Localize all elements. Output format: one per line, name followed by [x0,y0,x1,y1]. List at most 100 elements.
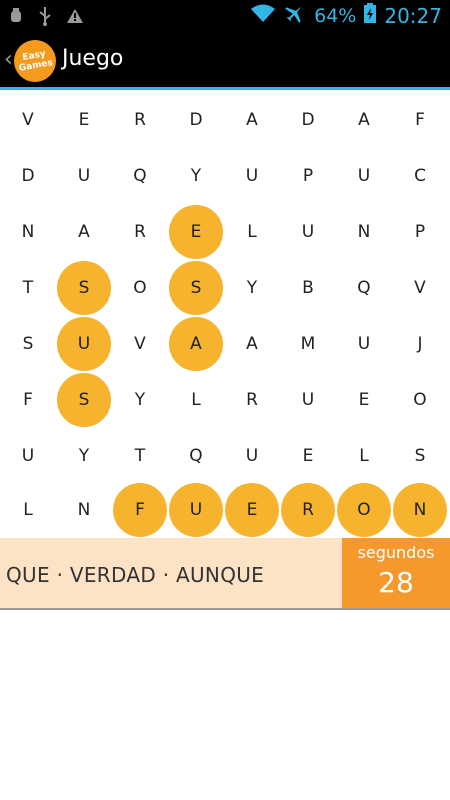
grid-cell[interactable]: E [224,482,280,538]
grid-cell[interactable]: O [336,482,392,538]
grid-cell[interactable]: O [392,372,448,428]
grid-cell[interactable]: Q [112,148,168,204]
grid-cell[interactable]: U [56,316,112,372]
grid-cell[interactable]: F [0,372,56,428]
grid-cell[interactable]: V [112,316,168,372]
grid-cell[interactable]: U [0,428,56,484]
grid-cell[interactable]: N [336,204,392,260]
grid-letter: Q [189,446,203,466]
grid-letter: E [302,446,314,466]
grid-cell[interactable]: Q [336,260,392,316]
grid-letter: O [357,500,371,520]
grid-cell[interactable]: E [168,204,224,260]
grid-cell[interactable]: O [112,260,168,316]
grid-cell[interactable]: D [168,92,224,148]
airplane-icon [284,3,306,28]
grid-letter: R [302,500,314,520]
grid-letter: U [357,166,371,186]
grid-cell[interactable]: S [168,260,224,316]
grid-cell[interactable]: C [392,148,448,204]
grid-cell[interactable]: E [336,372,392,428]
grid-cell[interactable]: A [336,92,392,148]
grid-cell[interactable]: U [336,148,392,204]
grid-cell[interactable]: Y [168,148,224,204]
clock: 20:27 [384,3,442,28]
grid-cell[interactable]: R [224,372,280,428]
grid-letter: F [415,110,425,130]
grid-letter: U [189,500,203,520]
app-logo[interactable]: Easy Games [10,36,60,86]
grid-letter: L [191,390,201,410]
grid-letter: N [357,222,371,242]
grid-cell[interactable]: J [392,316,448,372]
grid-cell[interactable]: E [56,92,112,148]
grid-cell[interactable]: L [0,482,56,538]
grid-cell[interactable]: V [0,92,56,148]
grid-cell[interactable]: F [112,482,168,538]
grid-cell[interactable]: P [392,204,448,260]
grid-letter: A [246,334,258,354]
grid-cell[interactable]: R [112,92,168,148]
usb-icon [38,6,52,30]
grid-cell[interactable]: Y [112,372,168,428]
action-bar: ‹ Easy Games Juego [0,32,450,90]
grid-cell[interactable]: S [0,316,56,372]
grid-letter: S [78,278,90,298]
grid-letter: U [245,166,259,186]
battery-percent: 64% [314,4,357,27]
grid-cell[interactable]: B [280,260,336,316]
grid-cell[interactable]: T [0,260,56,316]
grid-letter: M [300,334,316,354]
grid-cell[interactable]: D [280,92,336,148]
grid-cell[interactable]: A [224,316,280,372]
grid-cell[interactable]: N [392,482,448,538]
grid-cell[interactable]: E [280,428,336,484]
timer-value: 28 [378,566,414,599]
grid-letter: D [301,110,315,130]
grid-cell[interactable]: L [224,204,280,260]
grid-letter: N [77,500,91,520]
grid-cell[interactable]: S [392,428,448,484]
grid-cell[interactable]: R [112,204,168,260]
grid-cell[interactable]: M [280,316,336,372]
grid-letter: Q [133,166,147,186]
grid-cell[interactable]: R [280,482,336,538]
grid-cell[interactable]: F [392,92,448,148]
grid-cell[interactable]: L [336,428,392,484]
warning-icon [66,8,84,28]
grid-cell[interactable]: A [168,316,224,372]
grid-cell[interactable]: N [0,204,56,260]
grid-letter: U [301,390,315,410]
grid-letter: S [414,446,426,466]
letter-grid[interactable]: V E R D A D A F D U Q Y U P U C N A R E L U N P T S O S Y B Q V S U V A A M U J… [0,92,450,538]
grid-letter: F [135,500,145,520]
grid-letter: P [302,166,314,186]
grid-cell[interactable]: N [56,482,112,538]
grid-cell[interactable]: U [280,204,336,260]
grid-cell[interactable]: Y [56,428,112,484]
grid-cell[interactable]: Q [168,428,224,484]
grid-cell[interactable]: Y [224,260,280,316]
grid-cell[interactable]: P [280,148,336,204]
grid-letter: S [22,334,34,354]
back-chevron-icon[interactable]: ‹ [4,47,13,72]
grid-cell[interactable]: U [280,372,336,428]
grid-cell[interactable]: U [168,482,224,538]
grid-cell[interactable]: U [224,148,280,204]
timer-box: segundos 28 [342,538,450,608]
grid-letter: L [359,446,369,466]
grid-cell[interactable]: S [56,260,112,316]
grid-cell[interactable]: T [112,428,168,484]
grid-cell[interactable]: U [224,428,280,484]
grid-cell[interactable]: A [56,204,112,260]
grid-cell[interactable]: L [168,372,224,428]
words-panel: QUE · VERDAD · AUNQUE segundos 28 [0,538,450,610]
grid-letter: A [190,334,202,354]
grid-cell[interactable]: D [0,148,56,204]
status-bar: 64% 20:27 [0,0,450,32]
grid-cell[interactable]: U [56,148,112,204]
grid-cell[interactable]: V [392,260,448,316]
grid-cell[interactable]: U [336,316,392,372]
grid-cell[interactable]: A [224,92,280,148]
grid-cell[interactable]: S [56,372,112,428]
